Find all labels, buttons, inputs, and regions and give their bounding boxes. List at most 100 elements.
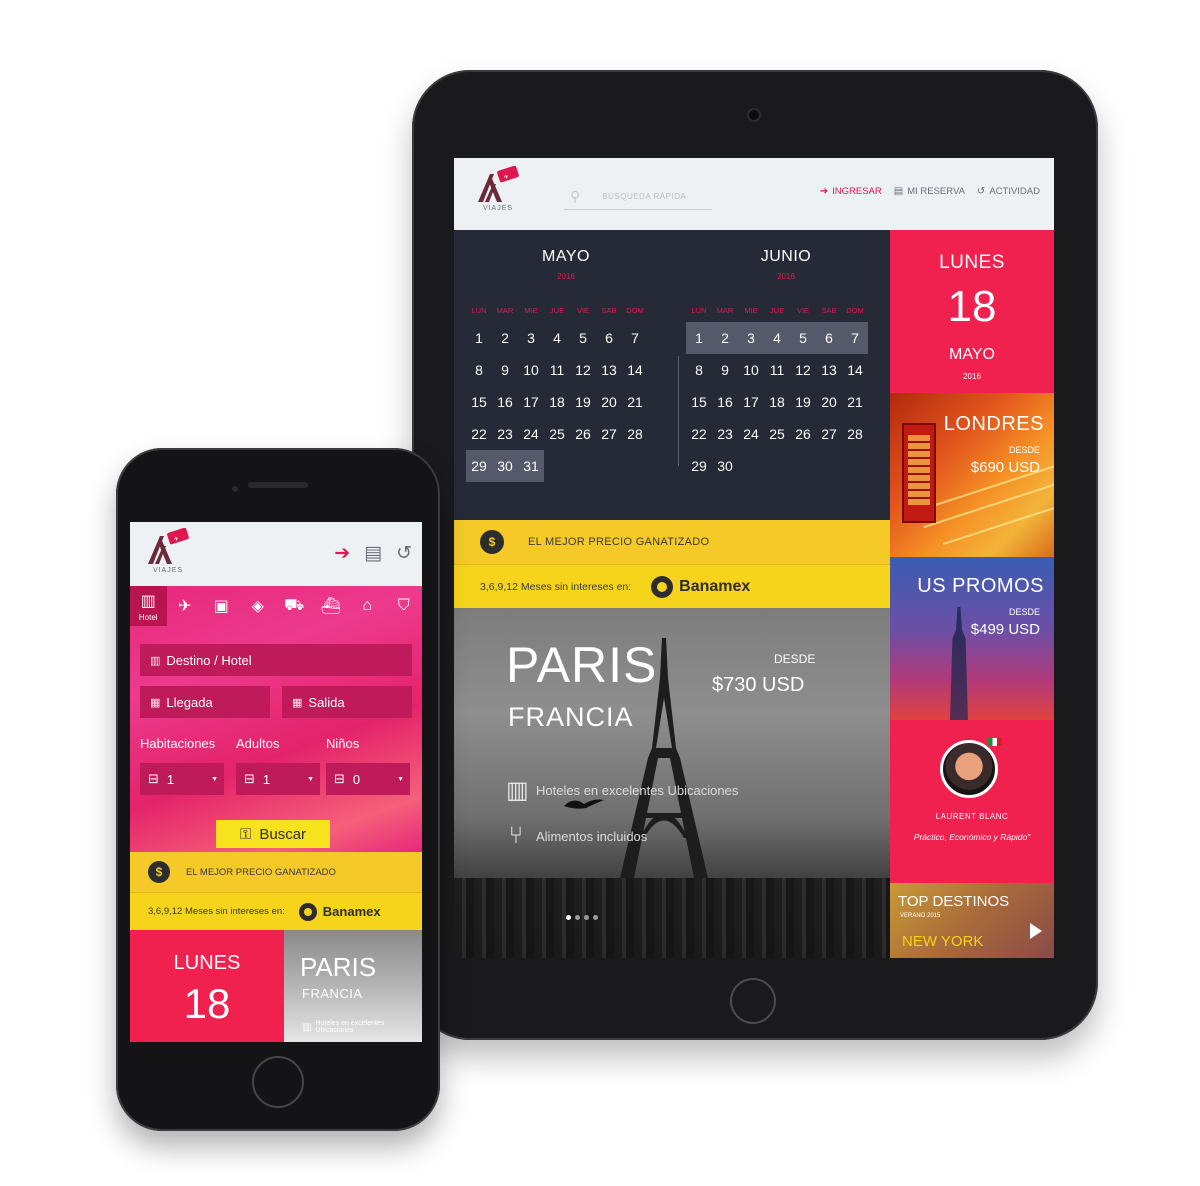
paris-promo-tile[interactable]: PARIS FRANCIA ▥ Hoteles en excelentes Ub… (284, 930, 422, 1042)
top-destinations-tile[interactable]: TOP DESTINOS VERANO 2015 NEW YORK (890, 883, 1054, 958)
calendar-day[interactable]: 17 (518, 386, 544, 418)
destination-input[interactable]: ▥ Destino / Hotel (140, 644, 412, 676)
tab-rentals[interactable]: ⌂ (349, 586, 386, 626)
calendar-day[interactable]: 1 (686, 322, 712, 354)
calendar-day[interactable]: 28 (842, 418, 868, 450)
calendar-day[interactable]: 18 (544, 386, 570, 418)
tab-hotel[interactable]: ▥ Hotel (130, 586, 167, 626)
calendar-day[interactable]: 7 (842, 322, 868, 354)
calendar-day[interactable]: 10 (518, 354, 544, 386)
calendar-day[interactable]: 8 (686, 354, 712, 386)
calendar-day[interactable]: 5 (570, 322, 596, 354)
calendar-day[interactable]: 4 (544, 322, 570, 354)
nav-mi-reserva[interactable]: ▤ MI RESERVA (894, 186, 965, 197)
logo[interactable]: ✈ VIAJES (476, 166, 520, 212)
best-price-banner[interactable]: $ EL MEJOR PRECIO GANATIZADO (454, 520, 890, 564)
calendar-day[interactable]: 22 (686, 418, 712, 450)
carousel-dot[interactable] (575, 915, 580, 920)
installments-banner[interactable]: 3,6,9,12 Meses sin intereses en: Banamex (130, 892, 422, 930)
calendar-day[interactable]: 30 (492, 450, 518, 482)
calendar-day[interactable]: 25 (544, 418, 570, 450)
quick-search-input[interactable]: ⚲ BÚSQUEDA RÁPIDA (564, 184, 712, 210)
calendar-day[interactable]: 13 (816, 354, 842, 386)
paris-hero-slide[interactable]: PARIS FRANCIA DESDE $730 USD ▥ Hoteles e… (454, 608, 890, 958)
checkin-input[interactable]: ▦ Llegada (140, 686, 270, 718)
tab-flights[interactable]: ✈ (167, 586, 204, 626)
calendar-day[interactable]: 27 (596, 418, 622, 450)
best-price-banner[interactable]: $ EL MEJOR PRECIO GANATIZADO (130, 852, 422, 892)
tab-tickets[interactable]: ◈ (240, 586, 277, 626)
calendar-day[interactable]: 24 (738, 418, 764, 450)
calendar-day[interactable]: 6 (816, 322, 842, 354)
calendar-day[interactable]: 8 (466, 354, 492, 386)
calendar-day[interactable]: 11 (544, 354, 570, 386)
calendar-day[interactable]: 11 (764, 354, 790, 386)
calendar-day[interactable]: 29 (686, 450, 712, 482)
installments-banner[interactable]: 3,6,9,12 Meses sin intereses en: Banamex (454, 564, 890, 608)
calendar-day[interactable]: 2 (712, 322, 738, 354)
calendar-day[interactable]: 29 (466, 450, 492, 482)
calendar-day[interactable]: 23 (712, 418, 738, 450)
calendar-day[interactable]: 28 (622, 418, 648, 450)
calendar-day[interactable]: 16 (492, 386, 518, 418)
calendar-day[interactable]: 16 (712, 386, 738, 418)
calendar-day[interactable]: 20 (816, 386, 842, 418)
calendar-day[interactable]: 19 (790, 386, 816, 418)
play-icon[interactable] (1030, 923, 1042, 939)
calendar-day[interactable]: 12 (790, 354, 816, 386)
tablet-home-button[interactable] (730, 978, 776, 1024)
calendar-day[interactable]: 1 (466, 322, 492, 354)
calendar-day[interactable]: 23 (492, 418, 518, 450)
calendar-day[interactable]: 14 (622, 354, 648, 386)
calendar-day[interactable]: 26 (790, 418, 816, 450)
login-icon[interactable]: ➔ (334, 542, 350, 565)
carousel-dot[interactable] (593, 915, 598, 920)
tab-cars[interactable]: ⛟ (276, 586, 313, 626)
calendar-day[interactable]: 3 (518, 322, 544, 354)
logo[interactable]: ✈ VIAJES (146, 528, 190, 574)
calendar-day[interactable]: 6 (596, 322, 622, 354)
calendar-day[interactable]: 3 (738, 322, 764, 354)
calendar-day[interactable]: 27 (816, 418, 842, 450)
search-button[interactable]: ⚿ Buscar (216, 820, 330, 848)
tab-packages[interactable]: ▣ (203, 586, 240, 626)
calendar-day[interactable]: 21 (842, 386, 868, 418)
calendar-day[interactable]: 2 (492, 322, 518, 354)
nav-ingresar[interactable]: ➔ INGRESAR (820, 186, 882, 197)
calendar-day[interactable]: 31 (518, 450, 544, 482)
calendar-day[interactable]: 18 (764, 386, 790, 418)
calendar-day[interactable]: 10 (738, 354, 764, 386)
tab-insurance[interactable]: ⛉ (386, 586, 423, 626)
nav-actividad[interactable]: ↺ ACTIVIDAD (977, 186, 1040, 197)
calendar-day[interactable]: 9 (712, 354, 738, 386)
calendar-day[interactable]: 13 (596, 354, 622, 386)
calendar-day[interactable]: 26 (570, 418, 596, 450)
calendar-day[interactable]: 21 (622, 386, 648, 418)
calendar-day[interactable]: 5 (790, 322, 816, 354)
children-select[interactable]: ⊟ 0 ▼ (326, 763, 410, 795)
calendar-day[interactable]: 7 (622, 322, 648, 354)
document-icon[interactable]: ▤ (364, 542, 382, 565)
calendar-day[interactable]: 22 (466, 418, 492, 450)
calendar-day[interactable]: 4 (764, 322, 790, 354)
london-promo-tile[interactable]: LONDRES DESDE $690 USD (890, 393, 1054, 557)
testimonial-tile[interactable]: LAURENT BLANC Práctico, Económico y Rápi… (890, 720, 1054, 883)
carousel-dot[interactable] (566, 915, 571, 920)
calendar-day[interactable]: 15 (686, 386, 712, 418)
calendar-day[interactable]: 25 (764, 418, 790, 450)
carousel-dot[interactable] (584, 915, 589, 920)
calendar-day[interactable]: 20 (596, 386, 622, 418)
calendar-day[interactable]: 9 (492, 354, 518, 386)
us-promos-tile[interactable]: US PROMOS DESDE $499 USD (890, 557, 1054, 720)
calendar-day[interactable]: 30 (712, 450, 738, 482)
calendar-day[interactable]: 19 (570, 386, 596, 418)
calendar-day[interactable]: 12 (570, 354, 596, 386)
rooms-select[interactable]: ⊟ 1 ▼ (140, 763, 224, 795)
adults-select[interactable]: ⊟ 1 ▼ (236, 763, 320, 795)
history-icon[interactable]: ↺ (396, 542, 412, 565)
calendar-day[interactable]: 14 (842, 354, 868, 386)
checkout-input[interactable]: ▦ Salida (282, 686, 412, 718)
calendar-day[interactable]: 24 (518, 418, 544, 450)
calendar-day[interactable]: 15 (466, 386, 492, 418)
calendar-day[interactable]: 17 (738, 386, 764, 418)
